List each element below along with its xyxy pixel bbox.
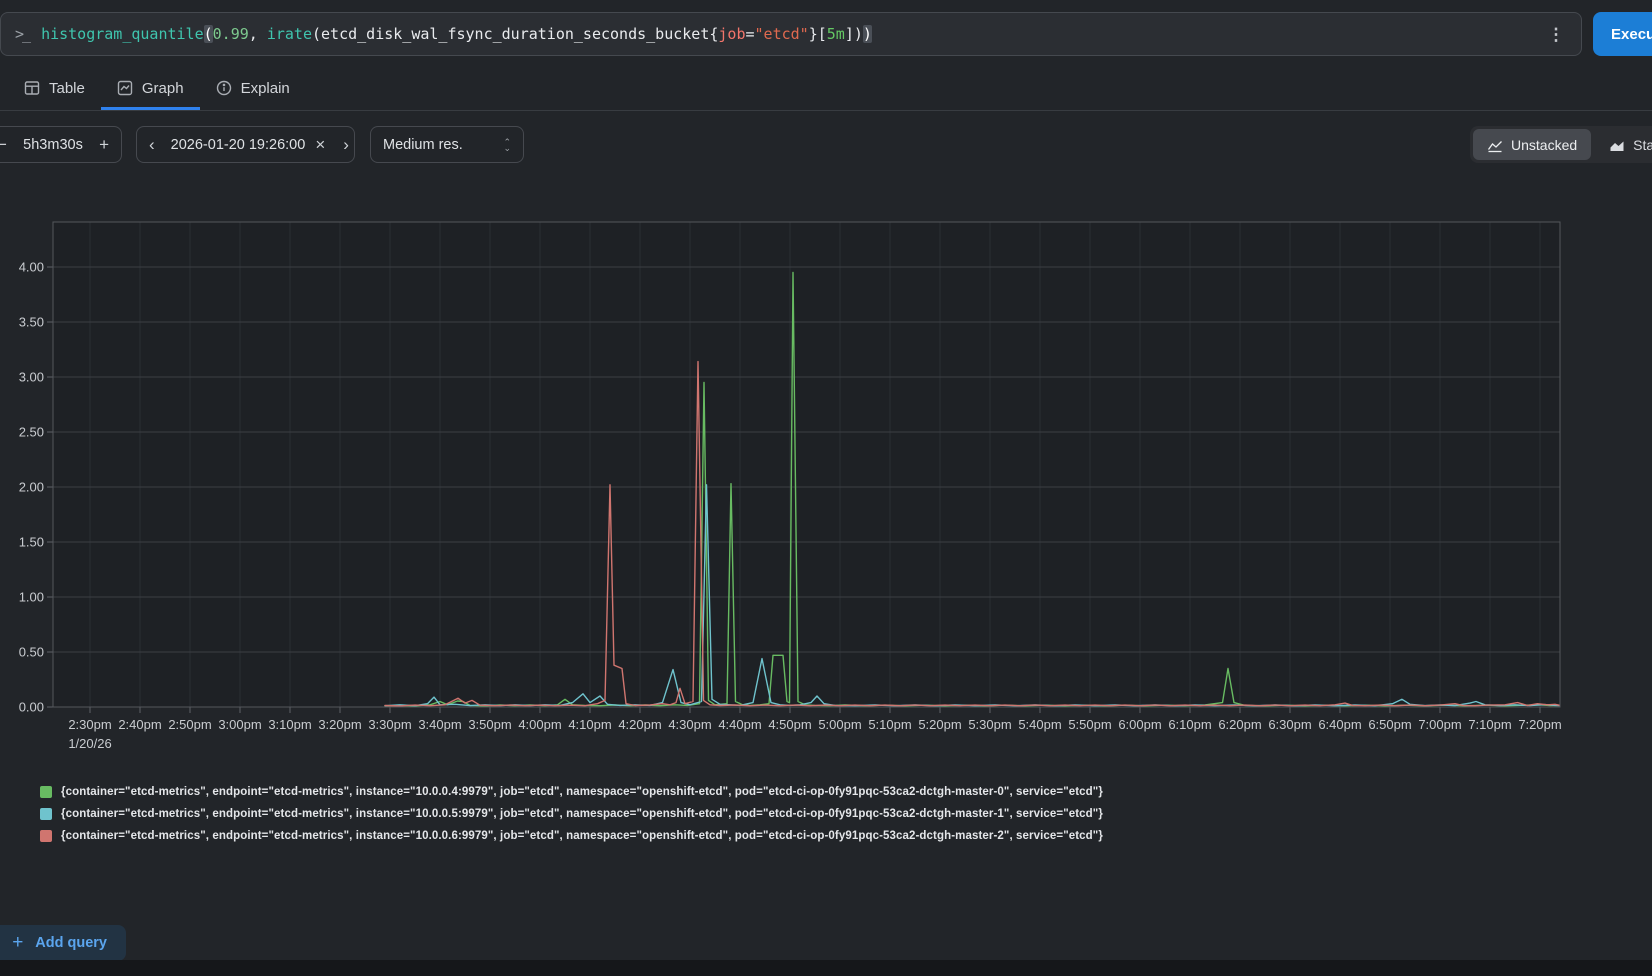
legend-label: {container="etcd-metrics", endpoint="etc…	[61, 786, 1103, 798]
result-tabs: Table Graph Explain	[0, 69, 1652, 111]
info-icon	[216, 80, 231, 96]
plus-icon: +	[12, 932, 24, 953]
y-axis-tick-label: 0.50	[19, 645, 44, 660]
x-axis-tick-label: 4:20pm	[618, 717, 661, 732]
x-axis-tick-label: 6:20pm	[1218, 717, 1261, 732]
y-axis-tick-label: 1.00	[19, 590, 44, 605]
tab-explain[interactable]: Explain	[200, 69, 306, 110]
x-axis-tick-label: 3:20pm	[318, 717, 361, 732]
y-axis-tick-label: 2.50	[19, 425, 44, 440]
endtime-control: ‹ 2026-01-20 19:26:00 × ›	[136, 126, 355, 163]
clear-time-icon[interactable]: ×	[309, 127, 331, 162]
legend-item[interactable]: {container="etcd-metrics", endpoint="etc…	[40, 830, 1103, 842]
legend-item[interactable]: {container="etcd-metrics", endpoint="etc…	[40, 786, 1103, 798]
x-axis-tick-label: 5:50pm	[1068, 717, 1111, 732]
x-axis-date-label: 1/20/26	[68, 736, 111, 751]
legend-swatch	[40, 830, 52, 842]
x-axis-tick-label: 6:50pm	[1368, 717, 1411, 732]
y-axis-tick-label: 0.00	[19, 700, 44, 715]
series-legend: {container="etcd-metrics", endpoint="etc…	[40, 786, 1103, 852]
x-axis-tick-label: 4:30pm	[668, 717, 711, 732]
y-axis-tick-label: 2.00	[19, 480, 44, 495]
x-axis-tick-label: 5:10pm	[868, 717, 911, 732]
x-axis-tick-label: 5:00pm	[818, 717, 861, 732]
legend-label: {container="etcd-metrics", endpoint="etc…	[61, 830, 1103, 842]
stacked-area-icon	[1610, 141, 1624, 151]
endtime-value[interactable]: 2026-01-20 19:26:00	[167, 137, 310, 153]
range-control: − 5h3m30s +	[0, 126, 122, 163]
x-axis-tick-label: 7:10pm	[1468, 717, 1511, 732]
execute-button[interactable]: Execute	[1593, 12, 1652, 56]
x-axis-tick-label: 3:00pm	[218, 717, 261, 732]
x-axis-tick-label: 4:50pm	[768, 717, 811, 732]
y-axis-tick-label: 3.00	[19, 370, 44, 385]
x-axis-tick-label: 6:40pm	[1318, 717, 1361, 732]
query-bar: >_ histogram_quantile(0.99, irate(etcd_d…	[0, 12, 1652, 56]
add-query-button[interactable]: + Add query	[0, 925, 126, 961]
unstacked-button[interactable]: Unstacked	[1473, 129, 1592, 160]
tab-graph[interactable]: Graph	[100, 69, 200, 110]
x-axis-tick-label: 4:00pm	[518, 717, 561, 732]
x-axis-tick-label: 6:30pm	[1268, 717, 1311, 732]
x-axis-tick-label: 3:30pm	[368, 717, 411, 732]
y-axis-tick-label: 4.00	[19, 260, 44, 275]
y-axis-tick-label: 3.50	[19, 315, 44, 330]
x-axis-tick-label: 3:50pm	[468, 717, 511, 732]
terminal-prompt-icon: >_	[15, 25, 31, 43]
table-icon	[24, 81, 40, 95]
legend-swatch	[40, 786, 52, 798]
x-axis-tick-label: 7:00pm	[1418, 717, 1461, 732]
graph-icon	[117, 80, 133, 96]
x-axis-tick-label: 5:30pm	[968, 717, 1011, 732]
line-chart-icon	[1487, 140, 1502, 152]
legend-label: {container="etcd-metrics", endpoint="etc…	[61, 808, 1103, 820]
x-axis-tick-label: 4:40pm	[718, 717, 761, 732]
x-axis-tick-label: 2:30pm	[68, 717, 111, 732]
range-value[interactable]: 5h3m30s	[19, 137, 87, 153]
time-back-chevron-icon[interactable]: ‹	[137, 127, 167, 162]
x-axis-tick-label: 2:50pm	[168, 717, 211, 732]
legend-swatch	[40, 808, 52, 820]
x-axis-tick-label: 6:10pm	[1168, 717, 1211, 732]
time-forward-chevron-icon[interactable]: ›	[331, 127, 361, 162]
x-axis-tick-label: 5:20pm	[918, 717, 961, 732]
y-axis-tick-label: 1.50	[19, 535, 44, 550]
x-axis-tick-label: 5:40pm	[1018, 717, 1061, 732]
query-expression[interactable]: histogram_quantile(0.99, irate(etcd_disk…	[41, 25, 1567, 43]
x-axis-tick-label: 4:10pm	[568, 717, 611, 732]
stacking-toggle: Unstacked Stacked	[1470, 126, 1652, 163]
bottom-panel-edge	[0, 960, 1652, 976]
select-caret-icon: ⌃ ⌄	[503, 136, 511, 153]
resolution-value: Medium res.	[383, 136, 463, 153]
x-axis-tick-label: 3:10pm	[268, 717, 311, 732]
tab-table[interactable]: Table	[8, 69, 101, 110]
x-axis-tick-label: 7:20pm	[1518, 717, 1561, 732]
range-increase-button[interactable]: +	[87, 127, 121, 162]
query-input[interactable]: >_ histogram_quantile(0.99, irate(etcd_d…	[0, 12, 1582, 56]
x-axis-tick-label: 3:40pm	[418, 717, 461, 732]
x-axis-tick-label: 6:00pm	[1118, 717, 1161, 732]
x-axis-tick-label: 2:40pm	[118, 717, 161, 732]
range-decrease-button[interactable]: −	[0, 127, 19, 162]
resolution-select[interactable]: Medium res. ⌃ ⌄	[370, 126, 524, 163]
stacked-button[interactable]: Stacked	[1595, 129, 1652, 160]
graph-canvas[interactable]: 2:30pm 2:40pm 2:50pm 3:00pm 3:10pm 3:20pm 3:30…	[0, 210, 1652, 770]
query-options-kebab-icon[interactable]: ⋮	[1545, 24, 1567, 46]
legend-item[interactable]: {container="etcd-metrics", endpoint="etc…	[40, 808, 1103, 820]
graph-toolbar: − 5h3m30s + ‹ 2026-01-20 19:26:00 × › Me…	[0, 126, 1652, 164]
